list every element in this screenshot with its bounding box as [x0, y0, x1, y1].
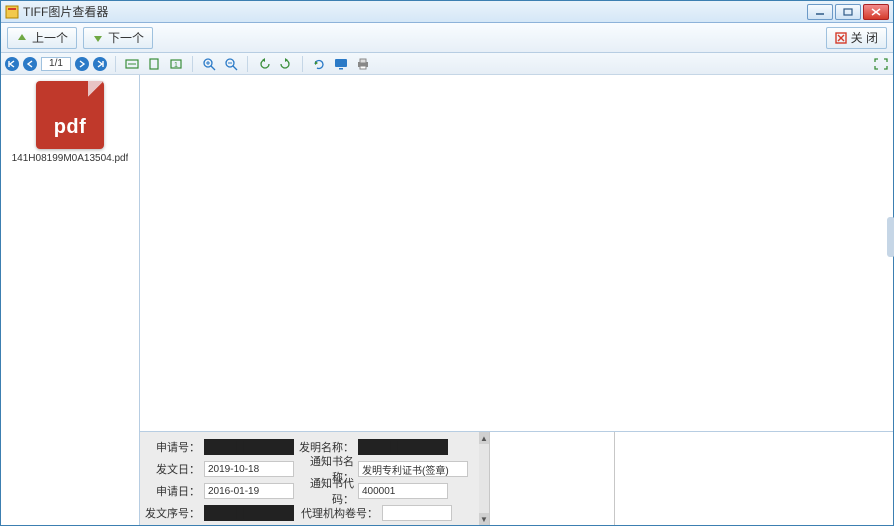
- thumbnail-item[interactable]: pdf 141H08199M0A13504.pdf: [7, 81, 133, 164]
- agency-no-value: [382, 505, 452, 521]
- info-panel-2: [615, 432, 893, 525]
- zoom-in-icon[interactable]: [201, 56, 217, 72]
- maximize-button[interactable]: [835, 4, 861, 20]
- next-record-button[interactable]: 下一个: [83, 27, 153, 49]
- separator: [302, 56, 303, 72]
- separator: [192, 56, 193, 72]
- scroll-handle[interactable]: [887, 217, 894, 257]
- thumbnail-filename: 141H08199M0A13504.pdf: [12, 153, 129, 164]
- notice-code-label: 通知书代码：: [298, 475, 354, 507]
- rotate-left-icon[interactable]: [256, 56, 272, 72]
- thumbnail-pane: pdf 141H08199M0A13504.pdf: [1, 75, 140, 525]
- titlebar: TIFF图片查看器: [1, 1, 893, 23]
- prev-page-button[interactable]: [23, 57, 37, 71]
- close-window-button[interactable]: [863, 4, 889, 20]
- print-icon[interactable]: [355, 56, 371, 72]
- minimize-button[interactable]: [807, 4, 833, 20]
- monitor-icon[interactable]: [333, 56, 349, 72]
- first-page-button[interactable]: [5, 57, 19, 71]
- info-panel-1: [490, 432, 615, 525]
- fit-width-icon[interactable]: [124, 56, 140, 72]
- last-page-button[interactable]: [93, 57, 107, 71]
- application-date-label: 申请日：: [144, 483, 200, 499]
- metadata-form: 申请号： ██████ 发明名称： ██████ 发文日： 2019-10-18: [140, 432, 490, 525]
- zoom-out-icon[interactable]: [223, 56, 239, 72]
- application-no-label: 申请号：: [144, 439, 200, 455]
- document-viewer[interactable]: [140, 75, 893, 431]
- fit-page-icon[interactable]: [146, 56, 162, 72]
- application-no-value: ██████: [204, 439, 294, 455]
- info-strip: 申请号： ██████ 发明名称： ██████ 发文日： 2019-10-18: [140, 431, 893, 525]
- right-pane: 申请号： ██████ 发明名称： ██████ 发文日： 2019-10-18: [140, 75, 893, 525]
- window-title: TIFF图片查看器: [23, 3, 807, 20]
- rotate-right-icon[interactable]: [278, 56, 294, 72]
- application-date-value: 2016-01-19: [204, 483, 294, 499]
- viewer-toolbar: 1: [1, 53, 893, 75]
- app-icon: [5, 5, 19, 19]
- scroll-up-icon[interactable]: ▲: [479, 432, 489, 444]
- prev-record-label: 上一个: [32, 29, 68, 46]
- issue-sequence-value: ██████: [204, 505, 294, 521]
- svg-text:1: 1: [174, 62, 178, 69]
- separator: [115, 56, 116, 72]
- issue-date-label: 发文日：: [144, 461, 200, 477]
- next-page-button[interactable]: [75, 57, 89, 71]
- pdf-label: pdf: [54, 116, 87, 139]
- page-number-input[interactable]: [41, 57, 71, 71]
- next-record-label: 下一个: [108, 29, 144, 46]
- notice-code-value: 400001: [358, 483, 448, 499]
- close-button[interactable]: 关 闭: [826, 27, 887, 49]
- close-label: 关 闭: [851, 29, 878, 46]
- form-scrollbar[interactable]: ▲ ▼: [479, 432, 489, 525]
- agency-no-label: 代理机构卷号：: [298, 505, 378, 521]
- fullscreen-icon[interactable]: [873, 56, 889, 72]
- separator: [247, 56, 248, 72]
- down-arrow-icon: [92, 32, 104, 44]
- scroll-down-icon[interactable]: ▼: [479, 513, 489, 525]
- prev-record-button[interactable]: 上一个: [7, 27, 77, 49]
- main-area: pdf 141H08199M0A13504.pdf 申请号： ██████: [1, 75, 893, 525]
- issue-date-value: 2019-10-18: [204, 461, 294, 477]
- actual-size-icon[interactable]: 1: [168, 56, 184, 72]
- refresh-icon[interactable]: [311, 56, 327, 72]
- up-arrow-icon: [16, 32, 28, 44]
- close-icon: [835, 32, 847, 44]
- pdf-icon: pdf: [36, 81, 104, 149]
- issue-sequence-label: 发文序号：: [144, 505, 200, 521]
- main-toolbar: 上一个 下一个 关 闭: [1, 23, 893, 53]
